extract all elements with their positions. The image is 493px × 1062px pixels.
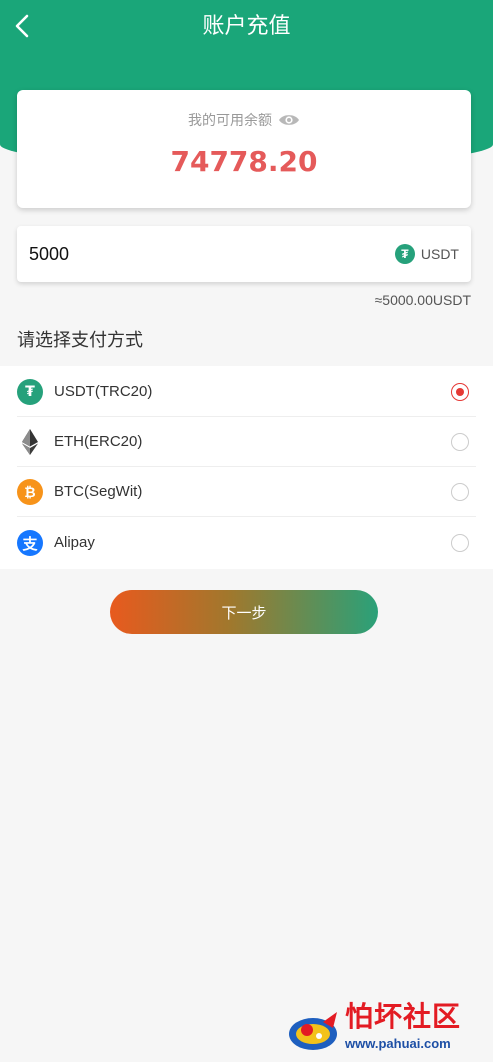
next-step-button[interactable]: 下一步	[110, 590, 378, 634]
watermark: 怕坏社区 www.pahuai.com	[287, 998, 487, 1058]
payment-method-label: BTC(SegWit)	[54, 483, 143, 500]
eye-icon[interactable]	[278, 112, 300, 133]
payment-method-usdt[interactable]: ₮ USDT(TRC20)	[0, 367, 493, 417]
bitcoin-icon: ₿	[17, 479, 43, 505]
watermark-url: www.pahuai.com	[345, 1036, 451, 1051]
approx-amount: ≈5000.00USDT	[374, 292, 471, 308]
radio-selected[interactable]	[451, 383, 469, 401]
watermark-logo-icon	[287, 1004, 343, 1056]
watermark-title: 怕坏社区	[345, 1000, 462, 1033]
balance-label: 我的可用余额	[188, 113, 272, 129]
amount-input[interactable]	[29, 240, 329, 268]
alipay-icon: 支	[17, 530, 43, 556]
payment-method-list: ₮ USDT(TRC20) ETH(ERC20) ₿ BTC(SegWit) 支…	[0, 366, 493, 569]
balance-card: 我的可用余额 74778.20	[17, 90, 471, 208]
tether-icon: ₮	[394, 244, 415, 264]
payment-method-eth[interactable]: ETH(ERC20)	[0, 417, 493, 467]
page-title: 账户充值	[202, 14, 291, 39]
payment-method-label: ETH(ERC20)	[54, 433, 143, 450]
radio-unselected[interactable]	[451, 483, 469, 501]
ethereum-icon	[17, 429, 43, 455]
payment-method-title: 请选择支付方式	[17, 330, 143, 351]
payment-method-btc[interactable]: ₿ BTC(SegWit)	[0, 467, 493, 517]
coin-tag: ₮ USDT	[394, 244, 459, 264]
amount-field: ₮ USDT	[17, 226, 471, 282]
payment-method-label: USDT(TRC20)	[54, 383, 153, 400]
payment-method-alipay[interactable]: 支 Alipay	[0, 518, 493, 568]
balance-value: 74778.20	[170, 145, 318, 178]
payment-method-label: Alipay	[54, 534, 95, 551]
coin-label: USDT	[420, 246, 459, 262]
radio-unselected[interactable]	[451, 433, 469, 451]
radio-unselected[interactable]	[451, 534, 469, 552]
tether-icon: ₮	[17, 379, 43, 405]
